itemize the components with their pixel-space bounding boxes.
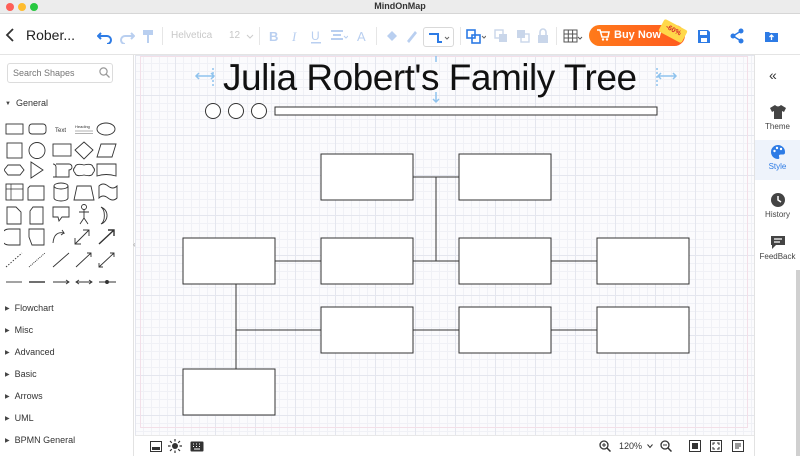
palette-icon [770,144,785,159]
properties-panel: « Theme Style History FeedBack [754,55,800,456]
outline-view-icon[interactable] [732,440,744,452]
fit-screen-icon[interactable] [689,440,701,452]
fullscreen-icon[interactable] [710,440,722,452]
family-member-box[interactable] [458,153,552,201]
style-label: Style [768,162,787,171]
family-member-box[interactable] [458,237,552,285]
style-tab[interactable]: Style [755,140,800,180]
theme-tab[interactable]: Theme [755,100,800,140]
family-member-box[interactable] [320,306,414,354]
family-member-box[interactable] [458,306,552,354]
feedback-icon [770,236,785,249]
shirt-icon [769,105,786,119]
family-member-box[interactable] [596,237,690,285]
history-tab[interactable]: History [755,188,800,228]
title-ornament-circle[interactable] [205,103,221,119]
family-member-box[interactable] [182,237,276,285]
zoom-in-icon[interactable] [599,440,611,452]
feedback-tab[interactable]: FeedBack [755,230,800,270]
zoom-out-icon[interactable] [660,440,672,452]
family-member-box[interactable] [320,237,414,285]
title-ornament-circle[interactable] [228,103,244,119]
scrollbar[interactable] [796,270,800,456]
title-ornament-circle[interactable] [251,103,267,119]
title-underline-bar[interactable] [274,106,658,116]
diagram-title[interactable]: Julia Robert's Family Tree [223,57,637,99]
page-layout-icon[interactable] [150,441,162,452]
theme-label: Theme [765,122,790,131]
status-bar: 120% [135,435,754,456]
feedback-label: FeedBack [759,252,796,261]
collapse-right-panel-icon[interactable]: « [769,67,777,83]
chevron-down-icon[interactable] [647,443,653,449]
clock-icon [770,193,785,207]
family-member-box[interactable] [596,306,690,354]
family-member-box[interactable] [320,153,414,201]
history-label: History [765,210,790,219]
keyboard-icon[interactable] [190,441,204,452]
zoom-level[interactable]: 120% [619,441,642,451]
family-member-box[interactable] [182,368,276,416]
theme-toggle-icon[interactable] [168,439,182,453]
